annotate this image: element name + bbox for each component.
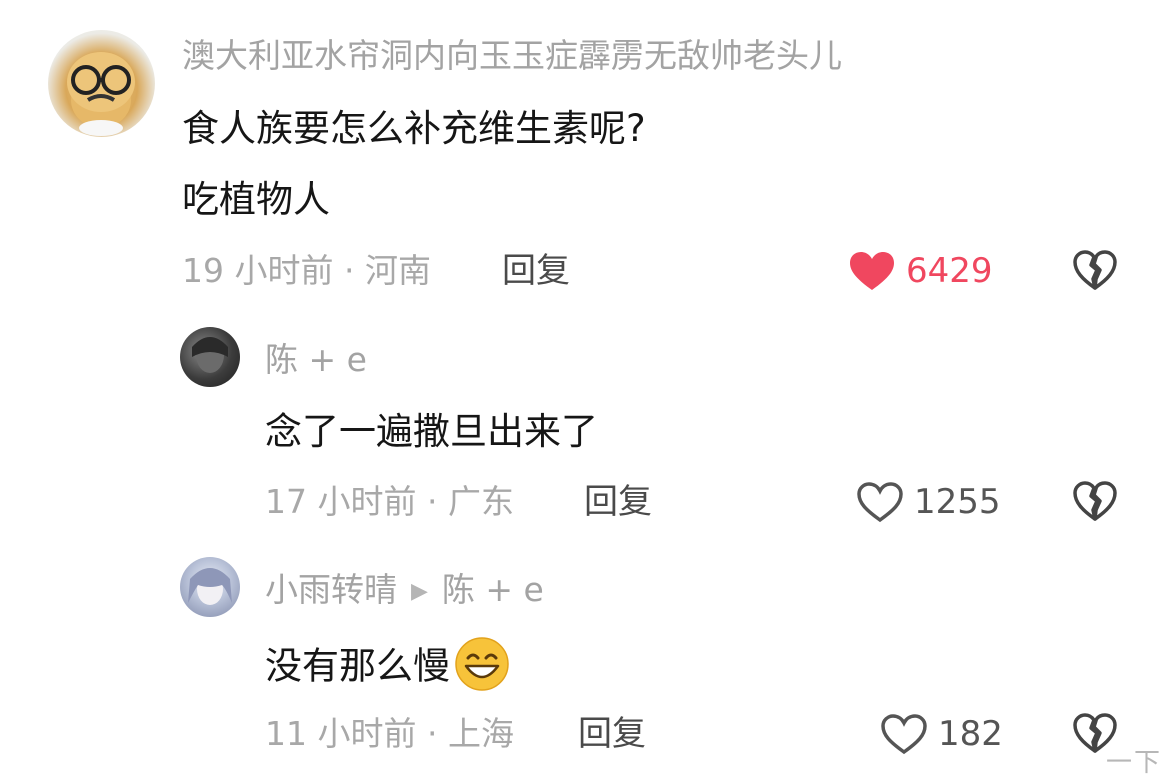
comment-meta: 11 小时前 · 上海 xyxy=(265,714,514,753)
reply-target-username[interactable]: 陈 + e xyxy=(442,570,544,609)
comment-meta: 17 小时前 · 广东 xyxy=(265,482,514,521)
avatar[interactable] xyxy=(48,30,155,137)
dislike-button[interactable] xyxy=(1072,249,1118,295)
broken-heart-icon xyxy=(1073,250,1117,290)
comment-username[interactable]: 小雨转晴 xyxy=(265,570,397,609)
heart-outline-icon xyxy=(857,482,903,523)
comment-username[interactable]: 澳大利亚水帘洞内向玉玉症霹雳无敌帅老头儿 xyxy=(182,36,842,76)
comment-text-body: 没有那么慢 xyxy=(265,644,450,688)
comment-text: 没有那么慢 xyxy=(265,637,510,696)
comment-text: 食人族要怎么补充维生素呢? xyxy=(182,107,646,150)
like-button[interactable]: 6429 xyxy=(848,250,993,292)
watermark: 一下 xyxy=(1105,748,1162,778)
reply-button[interactable]: 回复 xyxy=(584,482,652,522)
reply-arrow-icon: ▶ xyxy=(411,579,428,604)
comment-text: 吃植物人 xyxy=(182,178,330,221)
comment-thread: 澳大利亚水帘洞内向玉玉症霹雳无敌帅老头儿 食人族要怎么补充维生素呢? 吃植物人 … xyxy=(0,0,1170,783)
avatar[interactable] xyxy=(180,557,240,617)
comment-meta: 19 小时前 · 河南 xyxy=(182,251,431,290)
comment-text: 念了一遍撒旦出来了 xyxy=(265,410,598,453)
comment-username[interactable]: 陈 + e xyxy=(265,340,367,380)
like-button[interactable]: 182 xyxy=(880,713,1003,755)
like-button[interactable]: 1255 xyxy=(856,481,1001,523)
reply-header: 小雨转晴 ▶ 陈 + e xyxy=(265,570,544,615)
like-count: 182 xyxy=(938,714,1003,754)
heart-filled-icon xyxy=(850,252,894,290)
broken-heart-icon xyxy=(1073,481,1117,521)
heart-outline-icon xyxy=(881,714,927,755)
dislike-button[interactable] xyxy=(1072,480,1118,526)
avatar[interactable] xyxy=(180,327,240,387)
reply-button[interactable]: 回复 xyxy=(502,251,570,291)
grinning-emoji-icon xyxy=(455,637,509,691)
like-count: 6429 xyxy=(906,251,993,291)
like-count: 1255 xyxy=(914,482,1001,522)
reply-button[interactable]: 回复 xyxy=(578,714,646,754)
